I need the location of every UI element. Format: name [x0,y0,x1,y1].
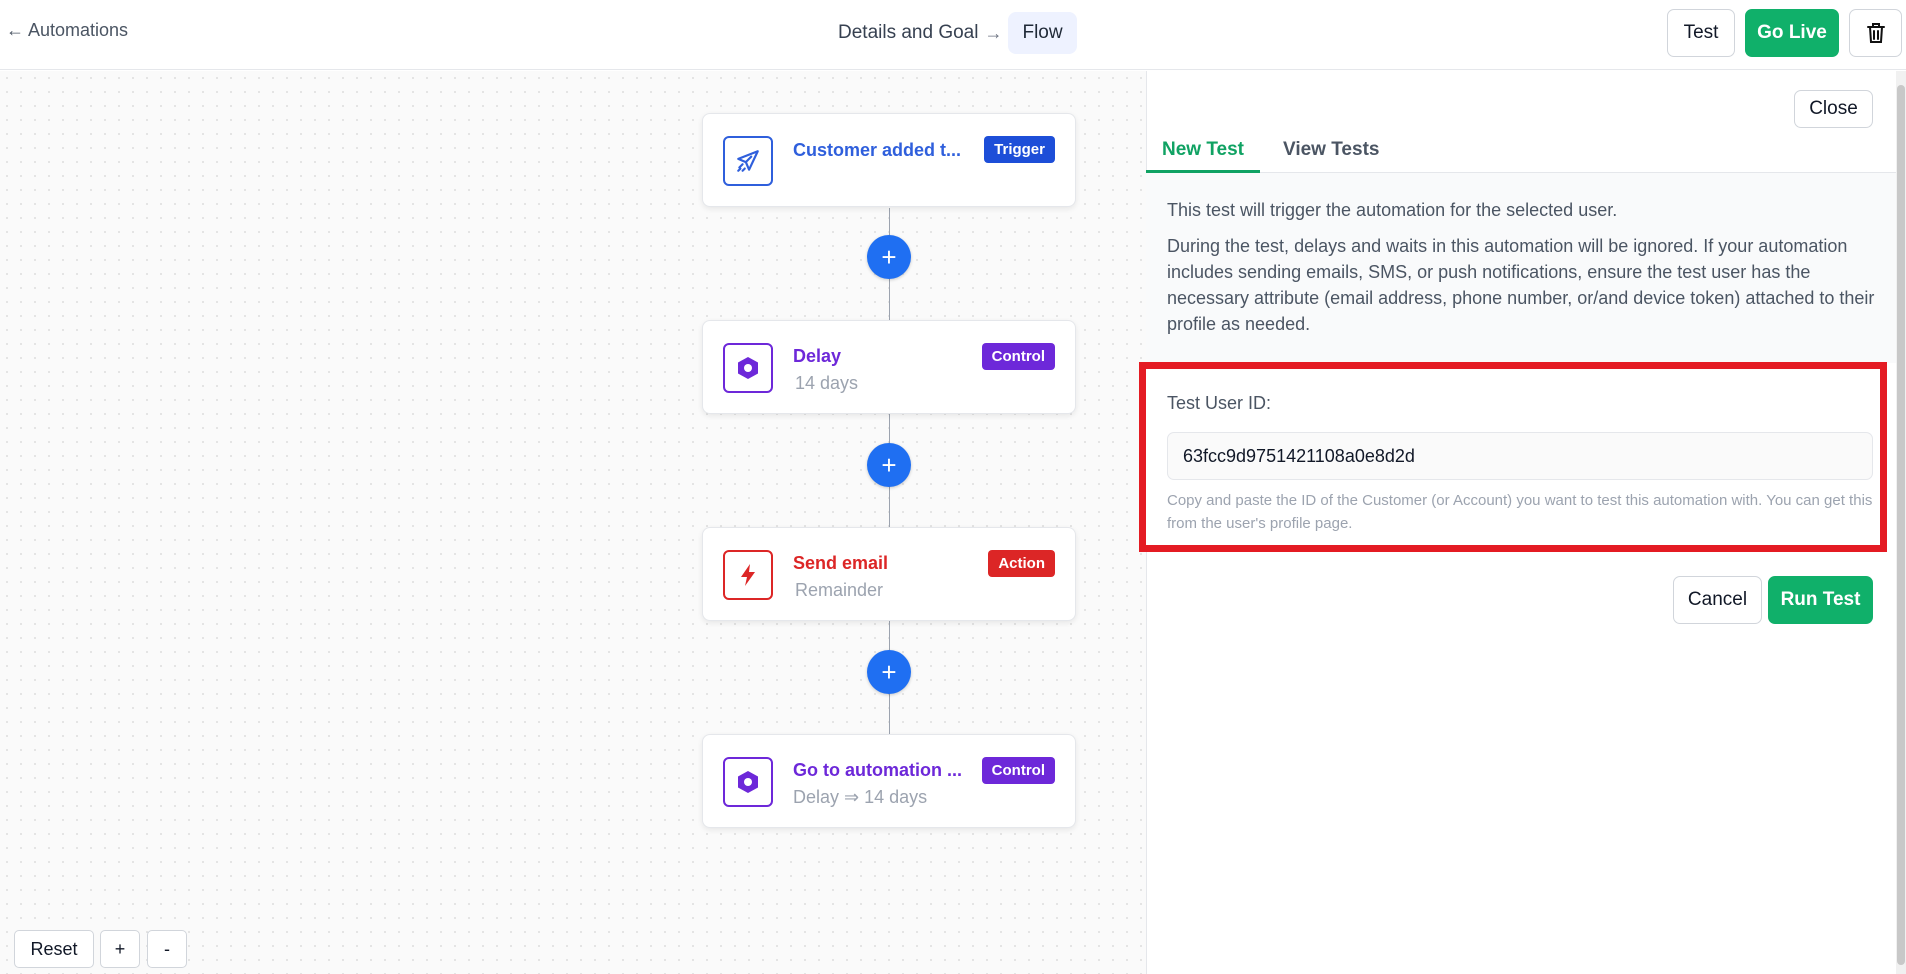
flow-node-trigger[interactable]: Customer added t... Trigger [702,113,1076,207]
tab-view-tests[interactable]: View Tests [1283,128,1379,173]
back-to-automations-link[interactable]: ← Automations [6,20,128,41]
zoom-out-button[interactable]: - [147,930,187,968]
flow-node-delay[interactable]: Delay 14 days Control [702,320,1076,414]
cancel-button[interactable]: Cancel [1673,576,1762,624]
trash-icon [1866,23,1885,43]
lightning-icon [723,550,773,600]
node-title: Go to automation ... [793,760,962,780]
back-link-label: Automations [28,20,129,40]
node-subtitle: Remainder [795,580,884,600]
scrollbar-thumb[interactable] [1897,85,1905,965]
add-step-button[interactable]: + [867,443,911,487]
zoom-in-button[interactable]: + [100,930,140,968]
close-panel-button[interactable]: Close [1794,90,1873,128]
panel-scrollbar[interactable] [1896,71,1906,974]
description-paragraph: During the test, delays and waits in thi… [1167,236,1875,334]
description-line: This test will trigger the automation fo… [1167,200,1618,220]
top-bar: ← Automations Details and Goal → Flow Tes… [0,0,1906,70]
crumb-flow[interactable]: Flow [1008,12,1077,54]
hexagon-icon [723,757,773,807]
node-badge: Action [988,550,1055,577]
node-badge: Control [981,757,1055,784]
arrow-left-icon: ← [6,20,24,40]
test-user-id-help: Copy and paste the ID of the Customer (o… [1167,492,1873,532]
test-user-id-input[interactable] [1167,432,1873,480]
test-description: This test will trigger the automation fo… [1146,173,1896,363]
flow-node-send-email[interactable]: Send email Remainder Action [702,527,1076,621]
hexagon-icon [723,343,773,393]
panel-tabs: New Test View Tests [1146,128,1896,173]
breadcrumb: Details and Goal → Flow [838,12,1077,54]
delete-button[interactable] [1849,9,1902,57]
add-step-button[interactable]: + [867,235,911,279]
node-subtitle: 14 days [795,373,859,393]
arrow-right-icon: → [984,22,1003,43]
test-button[interactable]: Test [1667,9,1735,57]
reset-zoom-button[interactable]: Reset [14,930,94,968]
node-title: Delay [793,346,842,366]
node-badge: Trigger [984,136,1055,163]
node-title: Customer added t... [793,140,962,160]
node-badge: Control [981,343,1055,370]
node-title: Send email [793,553,889,573]
node-subtitle: Delay ⇒ 14 days [793,787,928,807]
crumb-details-and-goal[interactable]: Details and Goal [838,22,978,44]
test-user-id-label: Test User ID: [1167,393,1272,413]
flow-node-go-to-automation[interactable]: Go to automation ... Delay ⇒ 14 days Con… [702,734,1076,828]
add-step-button[interactable]: + [867,650,911,694]
tab-new-test[interactable]: New Test [1146,128,1260,173]
run-test-button[interactable]: Run Test [1768,576,1873,624]
go-live-button[interactable]: Go Live [1745,9,1839,57]
paper-plane-icon [723,136,773,186]
